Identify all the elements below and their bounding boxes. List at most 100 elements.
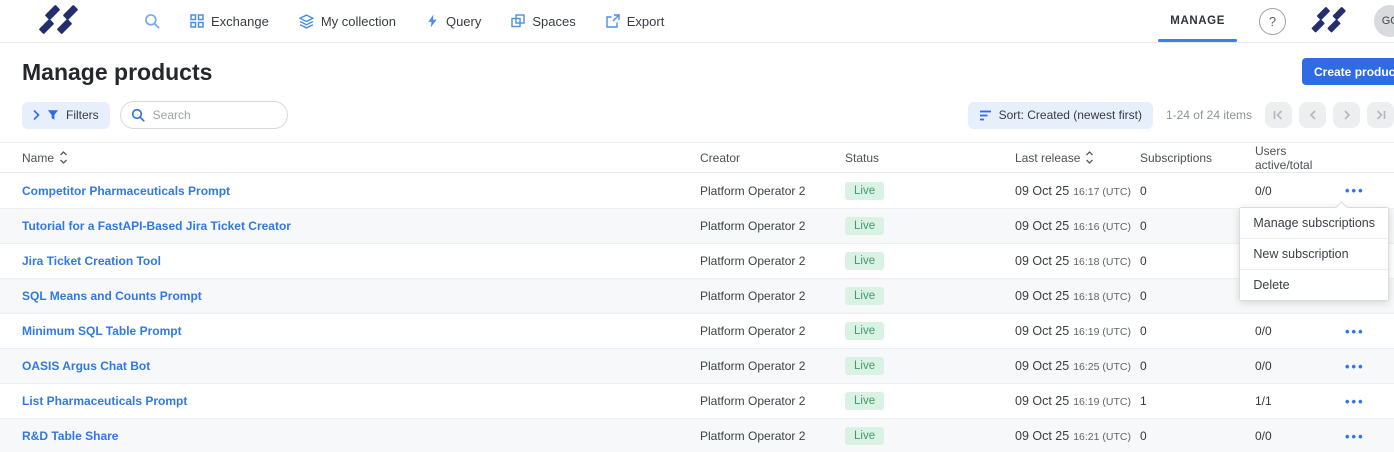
users-cell: 0/0	[1255, 429, 1345, 443]
top-nav: Exchange My collection Query Spaces	[0, 0, 1394, 43]
nav-label: Spaces	[532, 14, 575, 29]
help-icon: ?	[1269, 14, 1276, 29]
status-badge: Live	[845, 182, 884, 200]
status-badge: Live	[845, 322, 884, 340]
create-product-button[interactable]: Create product	[1302, 58, 1394, 85]
pagination-last-button[interactable]	[1367, 102, 1394, 128]
users-cell: 0/0	[1255, 359, 1345, 373]
pagination-count: 1-24 of 24 items	[1166, 108, 1252, 122]
bolt-icon	[426, 14, 439, 28]
status-badge: Live	[845, 357, 884, 375]
sort-updown-icon	[1085, 151, 1094, 164]
creator-cell: Platform Operator 2	[700, 184, 845, 198]
pagination	[1265, 102, 1394, 128]
user-avatar[interactable]: GC	[1374, 5, 1394, 37]
last-release-cell: 09 Oct 2516:17 (UTC)	[1015, 184, 1140, 198]
table-header: Name Creator Status Last release Subscri…	[0, 142, 1394, 173]
column-header-name[interactable]: Name	[22, 151, 700, 165]
users-cell: 0/0	[1255, 324, 1345, 338]
row-actions-button[interactable]: •••	[1345, 324, 1365, 339]
nav-label: My collection	[321, 14, 396, 29]
nav-item-query[interactable]: Query	[426, 14, 481, 29]
brand-logo-icon	[1311, 8, 1350, 34]
product-name-link[interactable]: Competitor Pharmaceuticals Prompt	[22, 184, 230, 198]
filters-button[interactable]: Filters	[22, 102, 110, 129]
table-row: SQL Means and Counts Prompt Platform Ope…	[0, 278, 1394, 313]
table-row: Jira Ticket Creation Tool Platform Opera…	[0, 243, 1394, 278]
pagination-prev-button[interactable]	[1299, 102, 1326, 128]
nav-label: Exchange	[211, 14, 269, 29]
last-release-cell: 09 Oct 2516:21 (UTC)	[1015, 429, 1140, 443]
grid-icon	[190, 14, 204, 28]
export-icon	[606, 14, 620, 28]
nav-item-spaces[interactable]: Spaces	[511, 14, 575, 29]
tab-manage[interactable]: MANAGE	[1158, 0, 1237, 42]
table-row: Competitor Pharmaceuticals Prompt Platfo…	[0, 173, 1394, 208]
app-logo	[38, 6, 82, 36]
column-header-creator: Creator	[700, 151, 845, 165]
nav-label: Query	[446, 14, 481, 29]
avatar-initials: GC	[1382, 15, 1394, 27]
nav-item-export[interactable]: Export	[606, 14, 665, 29]
product-name-link[interactable]: SQL Means and Counts Prompt	[22, 289, 202, 303]
nav-item-my-collection[interactable]: My collection	[299, 14, 396, 29]
product-name-link[interactable]: Tutorial for a FastAPI-Based Jira Ticket…	[22, 219, 291, 233]
search-input-icon	[131, 108, 145, 122]
nav-item-exchange[interactable]: Exchange	[190, 14, 269, 29]
search-icon[interactable]	[144, 13, 160, 29]
subscriptions-cell: 0	[1140, 429, 1255, 443]
row-actions-button[interactable]: •••	[1345, 394, 1365, 409]
filters-label: Filters	[66, 108, 99, 122]
sort-button[interactable]: Sort: Created (newest first)	[968, 102, 1153, 129]
nav-items: Exchange My collection Query Spaces	[144, 13, 664, 29]
creator-cell: Platform Operator 2	[700, 394, 845, 408]
table-row: R&D Table Share Platform Operator 2 Live…	[0, 418, 1394, 452]
sort-label: Sort: Created (newest first)	[999, 108, 1142, 122]
row-actions-button[interactable]: •••	[1345, 429, 1365, 444]
product-name-link[interactable]: Minimum SQL Table Prompt	[22, 324, 182, 338]
tab-manage-label: MANAGE	[1170, 15, 1225, 27]
column-header-last-release[interactable]: Last release	[1015, 151, 1140, 165]
product-name-link[interactable]: R&D Table Share	[22, 429, 118, 443]
menu-item-new-subscription[interactable]: New subscription	[1240, 238, 1388, 269]
filter-funnel-icon	[47, 109, 59, 121]
menu-item-manage-subscriptions[interactable]: Manage subscriptions	[1240, 208, 1388, 238]
toolbar: Filters Sort: Created (newest first) 1-2…	[0, 100, 1394, 130]
subscriptions-cell: 1	[1140, 394, 1255, 408]
pagination-first-button[interactable]	[1265, 102, 1292, 128]
layers-icon	[299, 14, 314, 29]
creator-cell: Platform Operator 2	[700, 289, 845, 303]
status-badge: Live	[845, 217, 884, 235]
column-header-status: Status	[845, 151, 1015, 165]
product-name-link[interactable]: List Pharmaceuticals Prompt	[22, 394, 187, 408]
toolbar-right: Sort: Created (newest first) 1-24 of 24 …	[968, 102, 1394, 129]
last-release-cell: 09 Oct 2516:19 (UTC)	[1015, 394, 1140, 408]
search-input[interactable]	[151, 107, 287, 123]
column-header-subscriptions: Subscriptions	[1140, 151, 1255, 165]
page-title: Manage products	[22, 59, 1394, 86]
row-actions-button[interactable]: •••	[1345, 183, 1365, 198]
subscriptions-cell: 0	[1140, 324, 1255, 338]
status-badge: Live	[845, 287, 884, 305]
menu-item-delete[interactable]: Delete	[1240, 269, 1388, 300]
sort-updown-icon	[59, 151, 68, 164]
product-name-link[interactable]: OASIS Argus Chat Bot	[22, 359, 150, 373]
subscriptions-cell: 0	[1140, 359, 1255, 373]
creator-cell: Platform Operator 2	[700, 429, 845, 443]
help-button[interactable]: ?	[1259, 8, 1286, 35]
product-name-link[interactable]: Jira Ticket Creation Tool	[22, 254, 161, 268]
users-cell: 1/1	[1255, 394, 1345, 408]
subscriptions-cell: 0	[1140, 184, 1255, 198]
users-cell: 0/0	[1255, 184, 1345, 198]
page: Exchange My collection Query Spaces	[0, 0, 1394, 452]
search-box	[120, 101, 288, 129]
row-actions-button[interactable]: •••	[1345, 359, 1365, 374]
row-actions-menu: Manage subscriptions New subscription De…	[1239, 207, 1389, 301]
table-row: Tutorial for a FastAPI-Based Jira Ticket…	[0, 208, 1394, 243]
creator-cell: Platform Operator 2	[700, 324, 845, 338]
subscriptions-cell: 0	[1140, 289, 1255, 303]
nav-right: MANAGE ? GC	[1158, 0, 1394, 42]
pagination-next-button[interactable]	[1333, 102, 1360, 128]
last-release-cell: 09 Oct 2516:19 (UTC)	[1015, 324, 1140, 338]
overlap-squares-icon	[511, 14, 525, 28]
